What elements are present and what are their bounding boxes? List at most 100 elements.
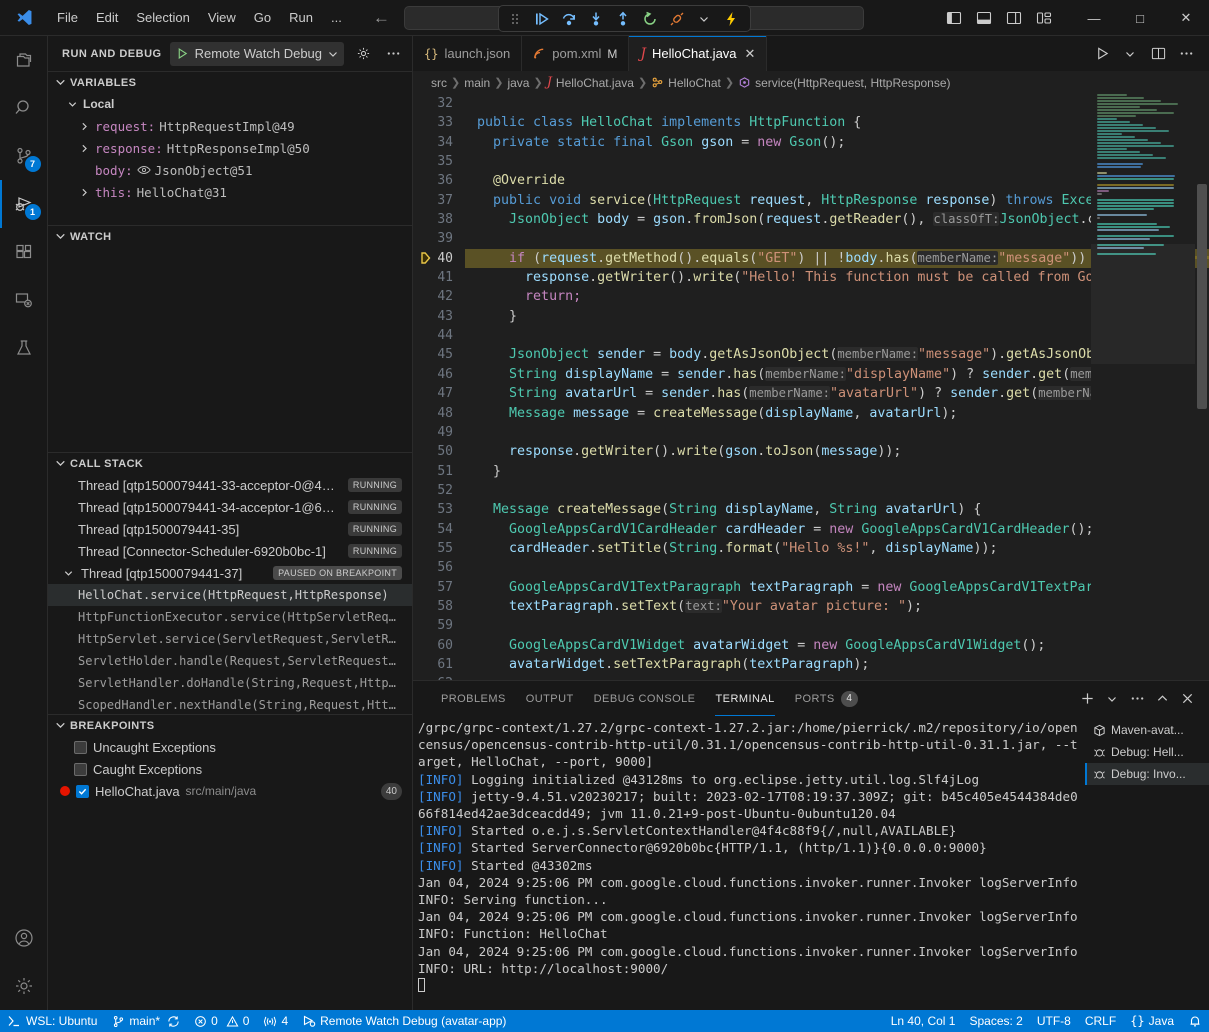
debug-more-chevron-down-icon[interactable] <box>692 8 716 29</box>
panel-more-actions-icon[interactable] <box>1125 687 1149 711</box>
activity-testing[interactable] <box>0 324 48 372</box>
code-lines[interactable]: 3233public class HelloChat implements Ht… <box>413 94 1209 680</box>
menu-go[interactable]: Go <box>245 7 280 28</box>
window-maximize-button[interactable]: □ <box>1117 0 1163 36</box>
code-line[interactable]: 45 JsonObject sender = body.getAsJsonObj… <box>413 345 1209 364</box>
toggle-secondary-sidebar-icon[interactable] <box>1001 5 1027 31</box>
code-line[interactable]: 36 @Override <box>413 171 1209 190</box>
debug-step-over-icon[interactable] <box>557 8 581 29</box>
run-file-icon[interactable] <box>1089 41 1115 67</box>
tab-output[interactable]: OUTPUT <box>516 681 584 716</box>
editor-scrollbar[interactable] <box>1195 94 1209 680</box>
code-editor[interactable]: 3233public class HelloChat implements Ht… <box>413 94 1209 680</box>
variable-row[interactable]: this: HelloChat@31 <box>48 181 412 203</box>
open-launch-json-gear-icon[interactable] <box>352 43 374 65</box>
call-stack-thread[interactable]: Thread [qtp1500079441-34-acceptor-1@66… … <box>48 496 412 518</box>
run-options-chevron-down-icon[interactable] <box>1117 41 1143 67</box>
menu-more[interactable]: ... <box>322 7 351 28</box>
activity-settings-gear-icon[interactable] <box>0 962 48 1010</box>
variable-row[interactable]: body: JsonObject@51 <box>48 159 412 181</box>
tab-ports[interactable]: PORTS 4 <box>785 681 868 716</box>
breadcrumb-class[interactable]: HelloChat <box>668 76 721 90</box>
customize-layout-icon[interactable] <box>1031 5 1057 31</box>
activity-bar[interactable]: 7 1 <box>0 36 48 1010</box>
breadcrumb-src[interactable]: src <box>431 76 447 90</box>
code-line[interactable]: 34 private static final Gson gson = new … <box>413 133 1209 152</box>
code-line[interactable]: 32 <box>413 94 1209 113</box>
debug-drag-handle[interactable] <box>503 8 527 29</box>
call-stack-frame[interactable]: HttpServlet.service(ServletRequest,Servl… <box>48 628 412 650</box>
breakpoint-row[interactable]: Caught Exceptions <box>48 758 412 780</box>
debug-continue-icon[interactable] <box>530 8 554 29</box>
call-stack-frame[interactable]: ServletHolder.handle(Request,ServletRequ… <box>48 650 412 672</box>
window-close-button[interactable]: ✕ <box>1163 0 1209 36</box>
code-line[interactable]: 37 public void service(HttpRequest reque… <box>413 191 1209 210</box>
watch-section-header[interactable]: WATCH <box>48 225 412 247</box>
code-line[interactable]: 53 Message createMessage(String displayN… <box>413 500 1209 519</box>
code-line[interactable]: 47 String avatarUrl = sender.has(memberN… <box>413 384 1209 403</box>
breadcrumb-main[interactable]: main <box>464 76 490 90</box>
code-line[interactable]: 44 <box>413 326 1209 345</box>
code-line[interactable]: 61 avatarWidget.setTextParagraph(textPar… <box>413 655 1209 674</box>
menu-bar[interactable]: File Edit Selection View Go Run ... <box>48 7 351 28</box>
code-line[interactable]: 58 textParagraph.setText(text:"Your avat… <box>413 597 1209 616</box>
close-panel-icon[interactable] <box>1175 687 1199 711</box>
code-line[interactable]: 46 String displayName = sender.has(membe… <box>413 365 1209 384</box>
activity-accounts[interactable] <box>0 914 48 962</box>
code-line[interactable]: 42 return; <box>413 287 1209 306</box>
call-stack-thread[interactable]: Thread [qtp1500079441-33-acceptor-0@48… … <box>48 474 412 496</box>
status-branch[interactable]: main* <box>105 1010 187 1032</box>
variable-row[interactable]: request: HttpRequestImpl@49 <box>48 115 412 137</box>
activity-source-control[interactable]: 7 <box>0 132 48 180</box>
code-line[interactable]: 59 <box>413 616 1209 635</box>
eye-icon[interactable] <box>137 164 151 176</box>
debug-hot-reload-icon[interactable] <box>719 8 743 29</box>
call-stack-thread[interactable]: Thread [qtp1500079441-35] RUNNING <box>48 518 412 540</box>
tab-terminal[interactable]: TERMINAL <box>705 681 784 716</box>
navigate-back-icon[interactable]: ← <box>373 9 390 26</box>
menu-view[interactable]: View <box>199 7 245 28</box>
status-notifications-bell-icon[interactable] <box>1181 1010 1209 1032</box>
code-line[interactable]: 43 } <box>413 307 1209 326</box>
tab-launch-json[interactable]: {} launch.json <box>413 36 522 71</box>
call-stack-thread[interactable]: Thread [Connector-Scheduler-6920b0bc-1] … <box>48 540 412 562</box>
breadcrumb-java[interactable]: java <box>507 76 529 90</box>
status-language-mode[interactable]: {} Java <box>1123 1010 1181 1032</box>
chevron-right-icon[interactable] <box>78 143 91 154</box>
variables-section-header[interactable]: VARIABLES <box>48 71 412 93</box>
code-line[interactable]: 35 <box>413 152 1209 171</box>
split-editor-right-icon[interactable] <box>1145 41 1171 67</box>
code-line[interactable]: 49 <box>413 423 1209 442</box>
call-stack-frame[interactable]: HelloChat.service(HttpRequest,HttpRespon… <box>48 584 412 606</box>
status-eol[interactable]: CRLF <box>1078 1010 1123 1032</box>
menu-selection[interactable]: Selection <box>127 7 198 28</box>
chevron-down-icon[interactable] <box>62 568 75 579</box>
code-line[interactable]: 57 GoogleAppsCardV1TextParagraph textPar… <box>413 578 1209 597</box>
tab-close-icon[interactable]: ✕ <box>745 46 756 62</box>
breadcrumb-method[interactable]: service(HttpRequest, HttpResponse) <box>755 76 950 90</box>
menu-run[interactable]: Run <box>280 7 322 28</box>
status-encoding[interactable]: UTF-8 <box>1030 1010 1078 1032</box>
code-line[interactable]: 56 <box>413 558 1209 577</box>
toggle-primary-sidebar-icon[interactable] <box>941 5 967 31</box>
sidebar-more-actions-icon[interactable] <box>382 43 404 65</box>
activity-extensions[interactable] <box>0 228 48 276</box>
activity-search[interactable] <box>0 84 48 132</box>
debug-disconnect-icon[interactable] <box>665 8 689 29</box>
code-line[interactable]: 39 <box>413 229 1209 248</box>
new-terminal-plus-icon[interactable] <box>1075 687 1099 711</box>
terminal-instance-debug-hello[interactable]: Debug: Hell... <box>1085 741 1209 763</box>
terminal-output[interactable]: /grpc/grpc-context/1.27.2/grpc-context-1… <box>413 716 1085 1010</box>
terminal-instance-maven[interactable]: Maven-avat... <box>1085 719 1209 741</box>
toggle-panel-icon[interactable] <box>971 5 997 31</box>
breakpoint-row[interactable]: HelloChat.java src/main/java 40 <box>48 780 412 802</box>
variables-scope-local[interactable]: Local <box>48 93 412 115</box>
chevron-right-icon[interactable] <box>78 121 91 132</box>
editor-more-actions-icon[interactable] <box>1173 41 1199 67</box>
activity-explorer[interactable] <box>0 36 48 84</box>
debug-step-out-icon[interactable] <box>611 8 635 29</box>
breakpoint-checkbox[interactable] <box>74 763 87 776</box>
code-line[interactable]: 54 GoogleAppsCardV1CardHeader cardHeader… <box>413 520 1209 539</box>
call-stack-thread-paused[interactable]: Thread [qtp1500079441-37] PAUSED ON BREA… <box>48 562 412 584</box>
status-remote-indicator[interactable]: WSL: Ubuntu <box>0 1010 105 1032</box>
